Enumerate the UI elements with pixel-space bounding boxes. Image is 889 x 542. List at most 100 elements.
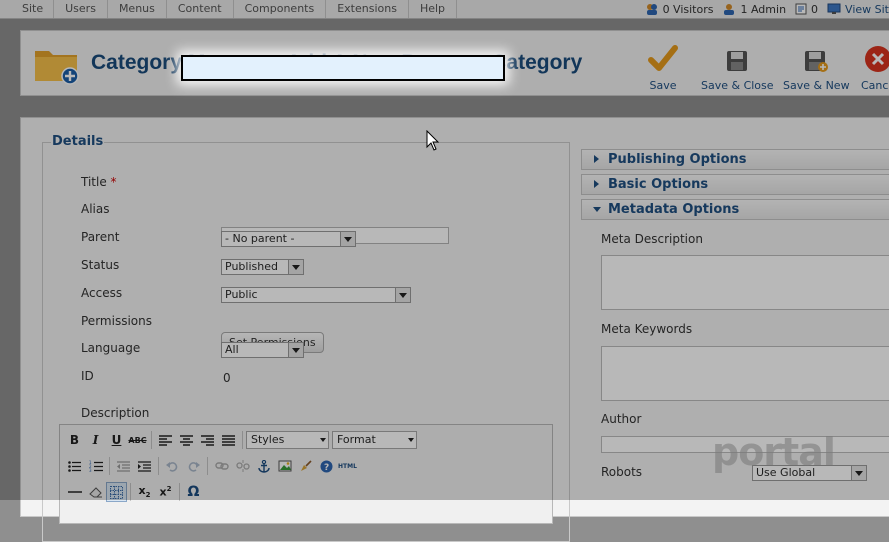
title-input[interactable]	[181, 55, 505, 81]
required-mark: *	[110, 175, 117, 189]
table-grid-icon	[110, 485, 123, 499]
broom-icon	[300, 460, 312, 471]
view-site-label: View Sit	[845, 2, 889, 16]
unlink-button[interactable]	[232, 456, 253, 476]
publishing-options-panel[interactable]: Publishing Options	[581, 149, 889, 170]
anchor-button[interactable]	[253, 456, 274, 476]
main-menu: Site Users Menus Content Components Exte…	[0, 0, 458, 18]
meta-description-textarea[interactable]	[601, 255, 889, 310]
parent-label: Parent	[81, 230, 120, 244]
subscript-button[interactable]: x2	[134, 482, 155, 502]
chevron-down-icon	[851, 466, 866, 480]
basic-options-panel[interactable]: Basic Options	[581, 174, 889, 195]
language-select-value: All	[225, 343, 239, 356]
metadata-options-panel[interactable]: Metadata Options	[581, 199, 889, 220]
access-select-value: Public	[225, 288, 258, 301]
parent-select-value: - No parent -	[225, 232, 295, 245]
visitors-count: 0 Visitors	[662, 2, 714, 16]
chevron-right-icon	[594, 155, 599, 163]
status-label: Status	[81, 258, 120, 272]
visitors-icon	[646, 3, 657, 15]
cancel-label: Cance	[861, 79, 889, 92]
outdent-button[interactable]	[113, 456, 134, 476]
format-select[interactable]: Format	[332, 431, 417, 449]
help-button[interactable]: ?	[316, 456, 337, 476]
indent-button[interactable]	[134, 456, 155, 476]
align-left-button[interactable]	[155, 430, 176, 450]
superscript-button[interactable]: x2	[155, 482, 176, 502]
styles-select[interactable]: Styles	[246, 431, 329, 449]
numbered-list-button[interactable]: 123	[85, 456, 106, 476]
admin-status: 1 Admin	[722, 3, 786, 16]
editor-toolbar-row-2: 123 ? HTML	[64, 454, 358, 478]
access-select[interactable]: Public	[221, 287, 411, 303]
cancel-button[interactable]: Cance	[861, 43, 889, 92]
italic-button[interactable]: I	[85, 430, 106, 450]
access-label: Access	[81, 286, 123, 300]
id-label: ID	[81, 369, 94, 383]
messages-status[interactable]: 0	[795, 3, 818, 16]
menu-users[interactable]: Users	[54, 0, 108, 18]
styles-select-label: Styles	[251, 433, 285, 446]
align-center-button[interactable]	[176, 430, 197, 450]
author-label: Author	[601, 412, 642, 426]
horizontal-rule-icon	[67, 491, 82, 493]
meta-keywords-label: Meta Keywords	[601, 322, 693, 336]
justify-button[interactable]	[218, 430, 239, 450]
menu-site[interactable]: Site	[0, 0, 55, 18]
html-source-button[interactable]: HTML	[337, 456, 358, 476]
id-value: 0	[223, 371, 231, 385]
link-button[interactable]	[211, 456, 232, 476]
remove-format-button[interactable]	[85, 482, 106, 502]
cancel-icon	[865, 46, 889, 72]
floppy-disk-icon	[727, 51, 748, 71]
editor-toolbar-row-3: x2 x2 Ω	[64, 480, 204, 504]
align-left-icon	[159, 434, 172, 446]
portal-watermark: portal	[712, 430, 836, 474]
language-select[interactable]: All	[221, 342, 304, 358]
anchor-icon	[257, 459, 270, 473]
horizontal-rule-button[interactable]	[64, 482, 85, 502]
menu-help[interactable]: Help	[409, 0, 458, 18]
save-label: Save	[649, 79, 677, 92]
basic-options-title: Basic Options	[608, 177, 709, 192]
format-select-label: Format	[337, 433, 376, 446]
save-button[interactable]: Save	[648, 43, 678, 92]
align-center-icon	[180, 434, 193, 446]
menu-content[interactable]: Content	[167, 0, 234, 18]
status-select-value: Published	[225, 260, 278, 273]
messages-icon	[795, 3, 807, 15]
metadata-options-title: Metadata Options	[608, 202, 740, 217]
menu-extensions[interactable]: Extensions	[326, 0, 409, 18]
save-new-button[interactable]: Save & New	[783, 43, 850, 92]
chevron-right-icon	[594, 180, 599, 188]
visitors-status: 0 Visitors	[645, 2, 714, 16]
outdent-icon	[117, 460, 130, 472]
save-close-button[interactable]: Save & Close	[701, 43, 774, 92]
image-button[interactable]	[274, 456, 295, 476]
parent-select[interactable]: - No parent -	[221, 231, 356, 247]
view-site-link[interactable]: View Sit	[827, 3, 889, 16]
menu-components[interactable]: Components	[234, 0, 327, 18]
cleanup-button[interactable]	[295, 456, 316, 476]
description-editor: B I U ABC Styles Format 123 ? HTML x2 x2…	[59, 424, 553, 524]
undo-button[interactable]	[162, 456, 183, 476]
strikethrough-button[interactable]: ABC	[127, 430, 148, 450]
status-select[interactable]: Published	[221, 259, 304, 275]
bold-button[interactable]: B	[64, 430, 85, 450]
justify-icon	[222, 434, 235, 446]
help-icon: ?	[320, 460, 333, 473]
meta-keywords-textarea[interactable]	[601, 346, 889, 401]
bullet-list-button[interactable]	[64, 456, 85, 476]
visual-aid-button[interactable]	[106, 482, 127, 502]
special-character-button[interactable]: Ω	[183, 482, 204, 502]
messages-count: 0	[811, 2, 819, 16]
image-icon	[278, 460, 291, 472]
redo-button[interactable]	[183, 456, 204, 476]
underline-button[interactable]: U	[106, 430, 127, 450]
checkmark-icon	[648, 45, 678, 71]
align-right-button[interactable]	[197, 430, 218, 450]
menu-menus[interactable]: Menus	[108, 0, 167, 18]
mouse-cursor-icon	[426, 130, 440, 151]
publishing-options-title: Publishing Options	[608, 152, 747, 167]
